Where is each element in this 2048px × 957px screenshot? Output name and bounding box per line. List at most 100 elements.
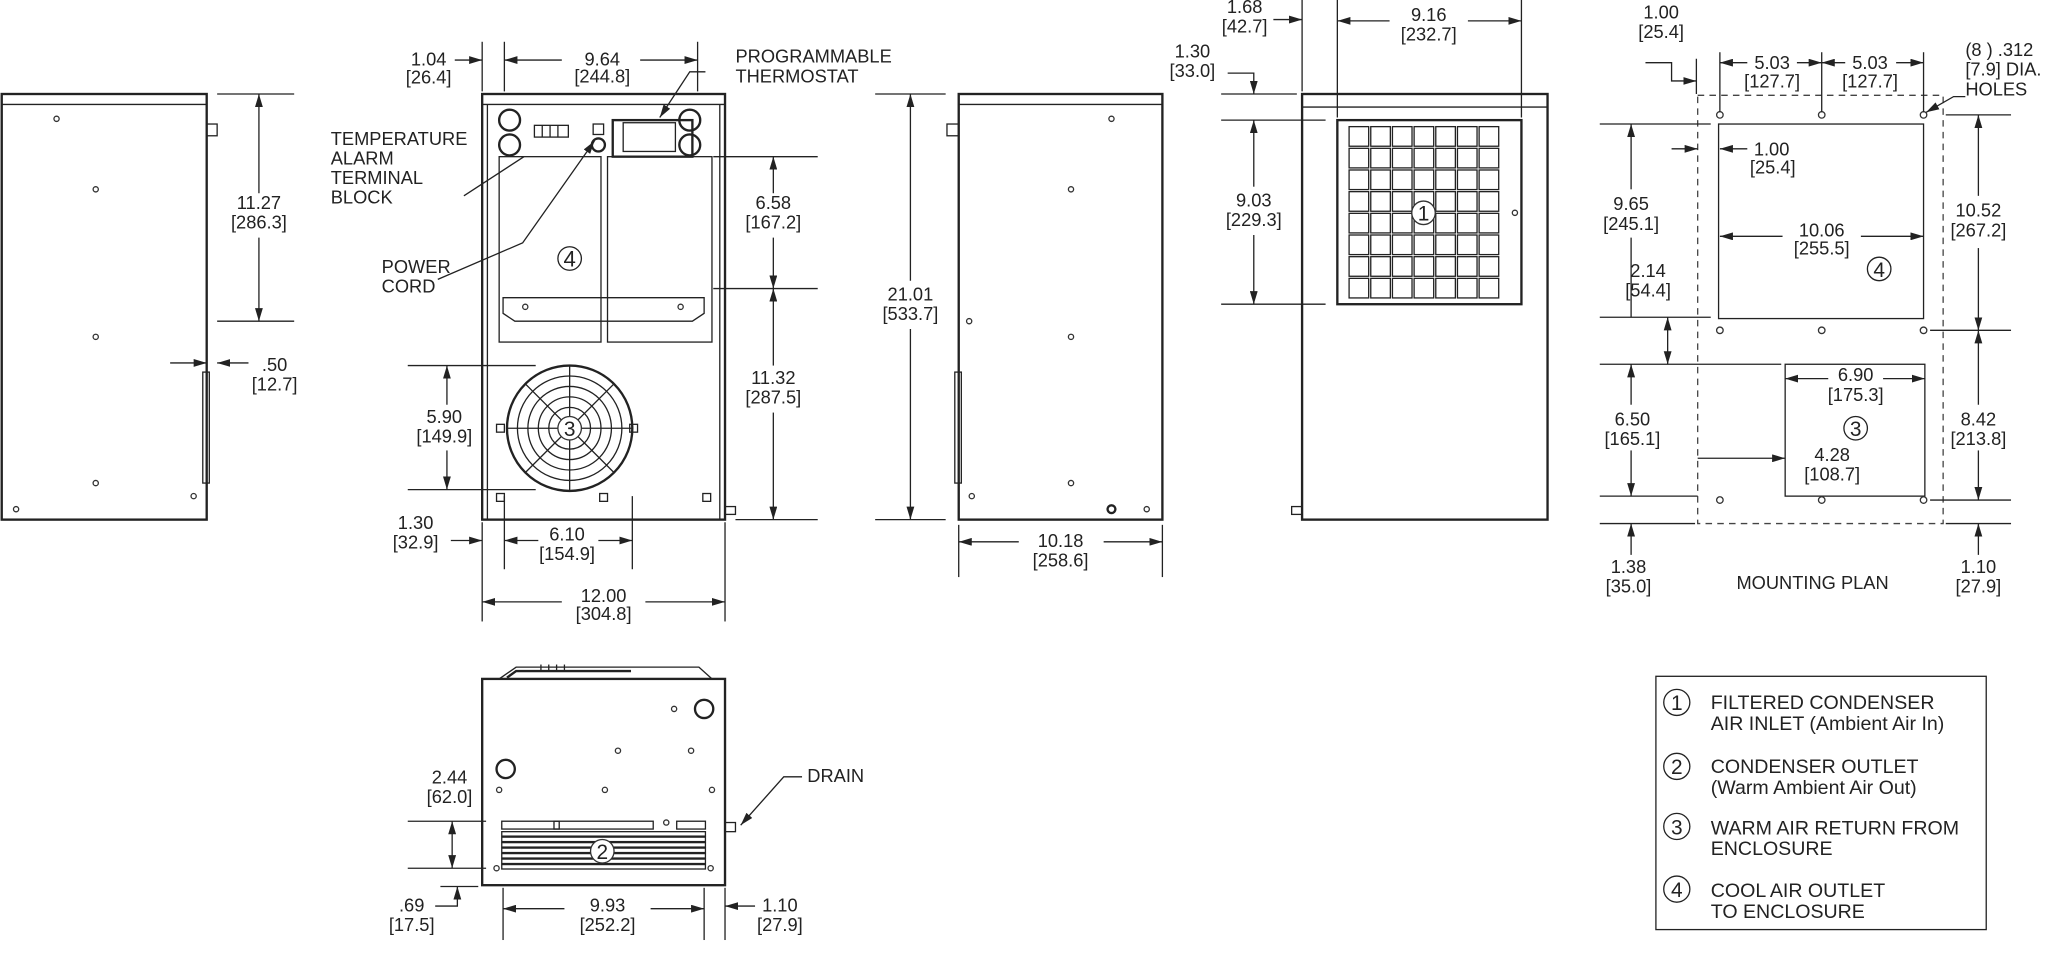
filter-cell	[1478, 256, 1500, 277]
filter-cell	[1348, 234, 1370, 256]
dim-label: 1.38	[1611, 556, 1647, 577]
filter-cell	[1435, 234, 1457, 256]
legend-text: (Warm Ambient Air Out)	[1711, 777, 1917, 799]
dimension-drawing: 11.27[286.3] .50[12.7] 4 3 1.04[26.4] 9.…	[0, 0, 2041, 941]
dim-label: 9.16	[1411, 4, 1447, 25]
thermostat-label: THERMOSTAT	[735, 65, 858, 86]
filter-cell	[1435, 169, 1457, 191]
legend-number: 2	[1671, 756, 1683, 779]
dim-label: 6.58	[756, 192, 792, 213]
dim-label: .69	[399, 894, 424, 915]
legend-text: FILTERED CONDENSER	[1711, 692, 1935, 714]
dim-label: 6.90	[1838, 364, 1874, 385]
vent-louver	[676, 820, 707, 830]
dim-label: [149.9]	[416, 426, 472, 447]
dim-label: [533.7]	[882, 303, 938, 324]
filter-cell	[1391, 169, 1413, 191]
filter-cell	[1478, 277, 1500, 299]
dim-label: [167.2]	[745, 211, 801, 232]
vent-louver	[553, 820, 654, 830]
filter-cell	[1370, 125, 1392, 147]
dim-label: [175.3]	[1828, 384, 1884, 405]
thermostat-label: PROGRAMMABLE	[735, 46, 891, 67]
dim-label: [35.0]	[1606, 576, 1652, 597]
dim-label: 5.90	[427, 406, 463, 427]
mounting-plan-title: MOUNTING PLAN	[1736, 572, 1888, 593]
dim-label: 2.14	[1630, 260, 1666, 281]
filter-cell	[1478, 125, 1500, 147]
filter-cell	[1456, 256, 1478, 277]
alarm-label: TEMPERATURE	[331, 128, 468, 149]
power-cord-label: POWER	[382, 256, 451, 277]
dim-label: 1.30	[398, 512, 434, 533]
filter-cell	[1413, 169, 1435, 191]
back-view: 1 1.68[42.7] 9.16[232.7] 1.30[33.0] 9.03…	[1170, 0, 1549, 521]
dim-label: [26.4]	[406, 67, 452, 88]
dim-label: [127.7]	[1842, 70, 1898, 91]
dim-label: 10.52	[1956, 200, 2002, 221]
filter-cell	[1456, 212, 1478, 234]
dim-label: [286.3]	[231, 211, 287, 232]
callout-1: 1	[1418, 203, 1430, 226]
holes-label: [7.9] DIA.	[1965, 59, 2041, 80]
filter-cell	[1348, 169, 1370, 191]
legend-number: 3	[1671, 816, 1683, 839]
filter-cell	[1348, 125, 1370, 147]
filter-cell	[1348, 191, 1370, 212]
dim-label: [244.8]	[574, 65, 630, 86]
filter-cell	[1456, 125, 1478, 147]
dim-label: 1.10	[762, 894, 798, 915]
dim-label: [245.1]	[1603, 213, 1659, 234]
filter-cell	[1413, 234, 1435, 256]
dim-label: [255.5]	[1794, 238, 1850, 259]
legend-text: CONDENSER OUTLET	[1711, 756, 1919, 778]
dim-label: 9.65	[1613, 193, 1649, 214]
filter-cell	[1435, 125, 1457, 147]
legend-number: 4	[1671, 879, 1683, 902]
dim-label: 8.42	[1961, 409, 1997, 430]
drain-label: DRAIN	[807, 765, 864, 786]
filter-cell	[1391, 191, 1413, 212]
dim-label: [27.9]	[1956, 576, 2002, 597]
dim-label: 2.44	[432, 766, 468, 787]
dim-label: [108.7]	[1804, 463, 1860, 484]
dim-label: 4.28	[1814, 444, 1850, 465]
filter-cell	[1435, 212, 1457, 234]
dim-label: 11.27	[237, 192, 281, 213]
dim-label: [287.5]	[745, 386, 801, 407]
filter-cell	[1391, 147, 1413, 169]
filter-cell	[1370, 234, 1392, 256]
dim-label: [25.4]	[1638, 21, 1684, 42]
legend-text: TO ENCLOSURE	[1711, 901, 1865, 923]
dim-label: 6.10	[549, 524, 585, 545]
vent-louver	[501, 863, 707, 870]
filter-cell	[1435, 256, 1457, 277]
filter-cell	[1348, 277, 1370, 299]
filter-cell	[1478, 169, 1500, 191]
callout-4: 4	[563, 246, 575, 271]
dim-label: 1.00	[1643, 1, 1679, 22]
filter-cell	[1348, 212, 1370, 234]
filter-cell	[1478, 191, 1500, 212]
front-view: 4 3 1.04[26.4] 9.64[244.8] PROGRAMMABLET…	[331, 41, 892, 624]
callout-4: 4	[1873, 259, 1885, 282]
filter-cell	[1413, 147, 1435, 169]
dim-label: [258.6]	[1033, 550, 1089, 571]
dim-label: [25.4]	[1750, 157, 1796, 178]
legend-text: COOL AIR OUTLET	[1711, 880, 1885, 902]
right-side-view: 21.01[533.7] 10.18[258.6]	[875, 92, 1164, 578]
filter-cell	[1456, 234, 1478, 256]
dim-label: 9.93	[590, 894, 626, 915]
dim-label: [54.4]	[1625, 279, 1671, 300]
legend-item: 2 CONDENSER OUTLET(Warm Ambient Air Out)	[1663, 752, 1919, 799]
dim-label: [62.0]	[427, 786, 473, 807]
callout-2: 2	[596, 841, 608, 864]
dim-label: [213.8]	[1950, 428, 2006, 449]
legend-item: 1 FILTERED CONDENSERAIR INLET (Ambient Ai…	[1663, 688, 1944, 735]
filter-cell	[1478, 234, 1500, 256]
legend-item: 4 COOL AIR OUTLETTO ENCLOSURE	[1663, 875, 1885, 923]
dim-label: 9.03	[1236, 189, 1272, 210]
legend-item: 3 WARM AIR RETURN FROMENCLOSURE	[1663, 812, 1959, 860]
dim-label: 1.68	[1227, 0, 1263, 17]
dim-label: 21.01	[888, 283, 934, 304]
